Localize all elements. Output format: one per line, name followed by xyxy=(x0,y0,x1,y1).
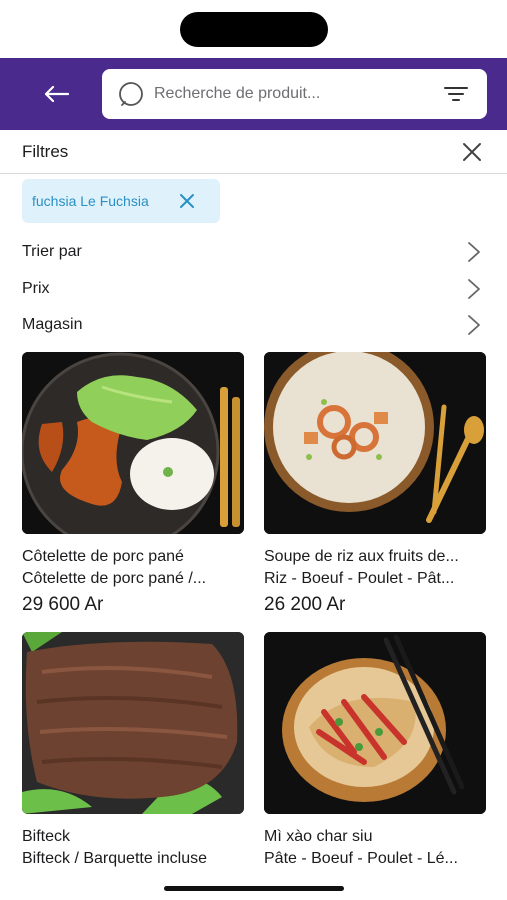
filters-bar: Filtres xyxy=(0,130,507,174)
product-subtitle: Côtelette de porc pané /... xyxy=(22,570,207,587)
filters-title: Filtres xyxy=(22,142,69,161)
product-image[interactable] xyxy=(264,352,486,534)
option-price[interactable]: Prix xyxy=(0,272,507,308)
product-image[interactable] xyxy=(22,632,244,814)
chevron-right-icon xyxy=(468,279,480,299)
option-store[interactable]: Magasin xyxy=(0,308,507,344)
product-title: Soupe de riz aux fruits de... xyxy=(264,548,459,565)
option-label: Magasin xyxy=(22,316,83,333)
product-title: Mì xào char siu xyxy=(264,828,373,845)
filter-icon[interactable] xyxy=(443,83,469,105)
product-title: Côtelette de porc pané xyxy=(22,548,184,565)
product-price: 26 200 Ar xyxy=(264,594,346,615)
header xyxy=(0,58,507,130)
chip-label: fuchsia Le Fuchsia xyxy=(32,193,149,209)
dynamic-island xyxy=(180,12,328,47)
product-card[interactable]: Mì xào char siu Pâte - Boeuf - Poulet - … xyxy=(264,632,486,868)
chevron-right-icon xyxy=(468,242,480,262)
search-input[interactable] xyxy=(154,69,424,119)
back-button[interactable] xyxy=(38,80,74,108)
search-box[interactable] xyxy=(102,69,487,119)
option-label: Prix xyxy=(22,280,50,297)
product-title: Bifteck xyxy=(22,828,71,845)
product-card[interactable]: Soupe de riz aux fruits de... Riz - Boeu… xyxy=(264,352,486,616)
chevron-right-icon xyxy=(468,315,480,335)
product-image[interactable] xyxy=(264,632,486,814)
back-arrow-icon xyxy=(44,85,69,103)
active-filter-chip[interactable]: fuchsia Le Fuchsia xyxy=(22,179,220,223)
search-icon xyxy=(119,82,143,106)
product-card[interactable]: Côtelette de porc pané Côtelette de porc… xyxy=(22,352,244,616)
chip-remove-icon[interactable] xyxy=(178,192,196,210)
product-image[interactable] xyxy=(22,352,244,534)
option-label: Trier par xyxy=(22,243,82,260)
home-indicator[interactable] xyxy=(164,886,344,891)
product-subtitle: Pâte - Boeuf - Poulet - Lé... xyxy=(264,850,458,867)
product-card[interactable]: Bifteck Bifteck / Barquette incluse xyxy=(22,632,244,868)
product-subtitle: Riz - Boeuf - Poulet - Pât... xyxy=(264,570,455,587)
product-subtitle: Bifteck / Barquette incluse xyxy=(22,850,207,867)
status-bar xyxy=(0,0,507,58)
option-sort[interactable]: Trier par xyxy=(0,235,507,271)
product-price: 29 600 Ar xyxy=(22,594,104,615)
close-icon[interactable] xyxy=(461,141,483,163)
